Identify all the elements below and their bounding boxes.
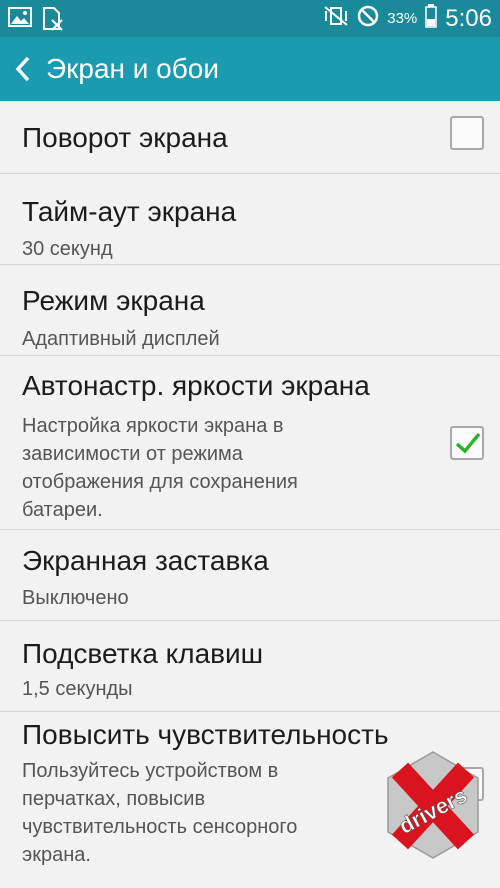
setting-key-backlight[interactable]: Подсветка клавиш 1,5 секунды <box>0 621 500 712</box>
description-line: батареи. <box>22 499 103 521</box>
status-bar: 33% 5:06 <box>0 0 500 37</box>
vibrate-mute-icon <box>323 5 349 32</box>
description-line: Настройка яркости экрана в <box>22 415 284 437</box>
setting-title: Подсветка клавиш <box>22 638 264 669</box>
setting-title: Автонастр. яркости экрана <box>22 370 370 401</box>
setting-screen-timeout[interactable]: Тайм-аут экрана 30 секунд <box>0 174 500 265</box>
setting-screen-rotation[interactable]: Поворот экрана <box>0 101 500 174</box>
description-line: зависимости от режима <box>22 443 243 465</box>
app-bar: Экран и обои <box>0 37 500 101</box>
setting-title: Экранная заставка <box>22 545 269 576</box>
watermark-logo: drivers <box>378 750 488 860</box>
setting-value: 30 секунд <box>22 238 113 260</box>
setting-title: Повысить чувствительность <box>22 719 389 750</box>
setting-description: Пользуйтесь устройством в перчатках, пов… <box>22 757 372 869</box>
setting-title: Режим экрана <box>22 285 205 316</box>
screen-rotation-checkbox[interactable] <box>450 116 484 150</box>
file-x-icon <box>42 7 64 36</box>
do-not-disturb-icon <box>357 5 379 32</box>
setting-value: 1,5 секунды <box>22 678 133 700</box>
description-line: экрана. <box>22 844 91 866</box>
setting-title: Поворот экрана <box>22 122 228 153</box>
checkmark-icon <box>455 432 481 454</box>
description-line: чувствительность сенсорного <box>22 816 298 838</box>
battery-icon <box>425 4 438 33</box>
description-line: перчатках, повысив <box>22 788 206 810</box>
battery-percent: 33% <box>387 10 418 27</box>
setting-title: Тайм-аут экрана <box>22 196 237 227</box>
setting-description: Настройка яркости экрана в зависимости о… <box>22 412 372 524</box>
back-icon[interactable] <box>8 37 38 101</box>
setting-value: Выключено <box>22 587 129 609</box>
setting-auto-brightness[interactable]: Автонастр. яркости экрана Настройка ярко… <box>0 356 500 530</box>
auto-brightness-checkbox[interactable] <box>450 426 484 460</box>
description-line: Пользуйтесь устройством в <box>22 760 279 782</box>
description-line: отображения для сохранения <box>22 471 298 493</box>
gallery-icon <box>8 7 32 36</box>
setting-value: Адаптивный дисплей <box>22 328 220 350</box>
clock: 5:06 <box>445 4 492 32</box>
setting-screensaver[interactable]: Экранная заставка Выключено <box>0 530 500 621</box>
setting-screen-mode[interactable]: Режим экрана Адаптивный дисплей <box>0 265 500 356</box>
page-title: Экран и обои <box>46 53 220 84</box>
